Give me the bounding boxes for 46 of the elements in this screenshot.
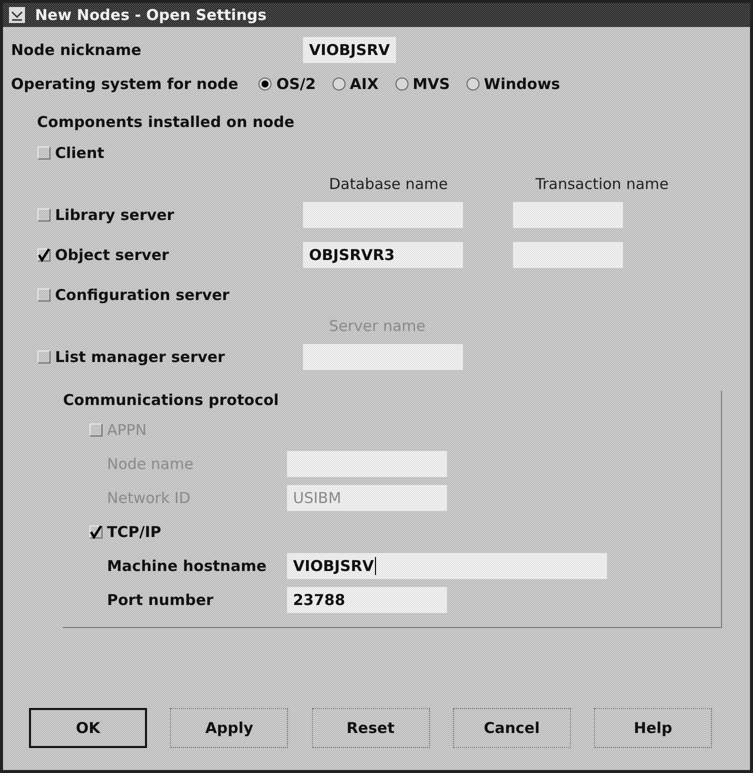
checkbox[interactable] xyxy=(37,350,51,364)
radio-icon[interactable] xyxy=(466,77,480,91)
text-field[interactable]: VIOBJSRV xyxy=(303,37,396,63)
text-field[interactable]: 23788 xyxy=(287,587,447,613)
column-header: Server name xyxy=(329,317,426,335)
text-field[interactable] xyxy=(513,202,623,228)
checkbox[interactable] xyxy=(37,288,51,302)
dialog-button[interactable]: Apply xyxy=(170,708,288,748)
column-header: Database name xyxy=(329,175,449,193)
field-label: Node nickname xyxy=(11,41,142,59)
text-field[interactable]: OBJSRVR3 xyxy=(303,242,463,268)
dialog-button[interactable]: OK xyxy=(29,708,147,748)
group-title: Components installed on node xyxy=(37,113,296,131)
radio-button[interactable]: MVS xyxy=(394,75,450,93)
field-label: Machine hostname xyxy=(106,557,268,575)
component-checkbox[interactable]: List manager server xyxy=(37,348,303,366)
text-field[interactable]: VIOBJSRV xyxy=(287,553,607,579)
text-field[interactable] xyxy=(303,344,463,370)
text-field[interactable] xyxy=(287,451,447,477)
dialog-button[interactable]: Help xyxy=(594,708,712,748)
radio-icon[interactable] xyxy=(332,77,346,91)
dialog-button[interactable]: Cancel xyxy=(452,708,571,748)
field-label: Network ID xyxy=(106,489,192,507)
dialog-button[interactable]: Reset xyxy=(312,708,430,748)
field-label: Node name xyxy=(106,455,194,473)
checkbox[interactable] xyxy=(37,146,51,160)
radio-button[interactable]: Windows xyxy=(466,75,560,93)
field-label: Port number xyxy=(106,591,214,609)
radio-button[interactable]: OS/2 xyxy=(258,75,316,93)
protocol-checkbox[interactable]: TCP/IP xyxy=(89,523,355,541)
checkbox[interactable] xyxy=(89,525,103,539)
window-title: New Nodes - Open Settings xyxy=(35,6,267,24)
component-checkbox[interactable]: Library server xyxy=(37,206,303,224)
component-checkbox[interactable]: Configuration server xyxy=(37,286,303,304)
field-label: Operating system for node xyxy=(11,75,238,93)
column-header: Transaction name xyxy=(536,175,670,193)
group-title: Communications protocol xyxy=(63,391,280,409)
component-checkbox[interactable]: Object server xyxy=(37,246,303,264)
text-field[interactable] xyxy=(303,202,463,228)
component-checkbox[interactable]: Client xyxy=(37,144,303,162)
radio-icon[interactable] xyxy=(258,77,272,91)
checkbox[interactable] xyxy=(37,248,51,262)
text-field[interactable] xyxy=(513,242,623,268)
radio-icon[interactable] xyxy=(394,77,409,91)
checkbox[interactable] xyxy=(37,208,51,222)
radio-button[interactable]: AIX xyxy=(332,75,379,93)
